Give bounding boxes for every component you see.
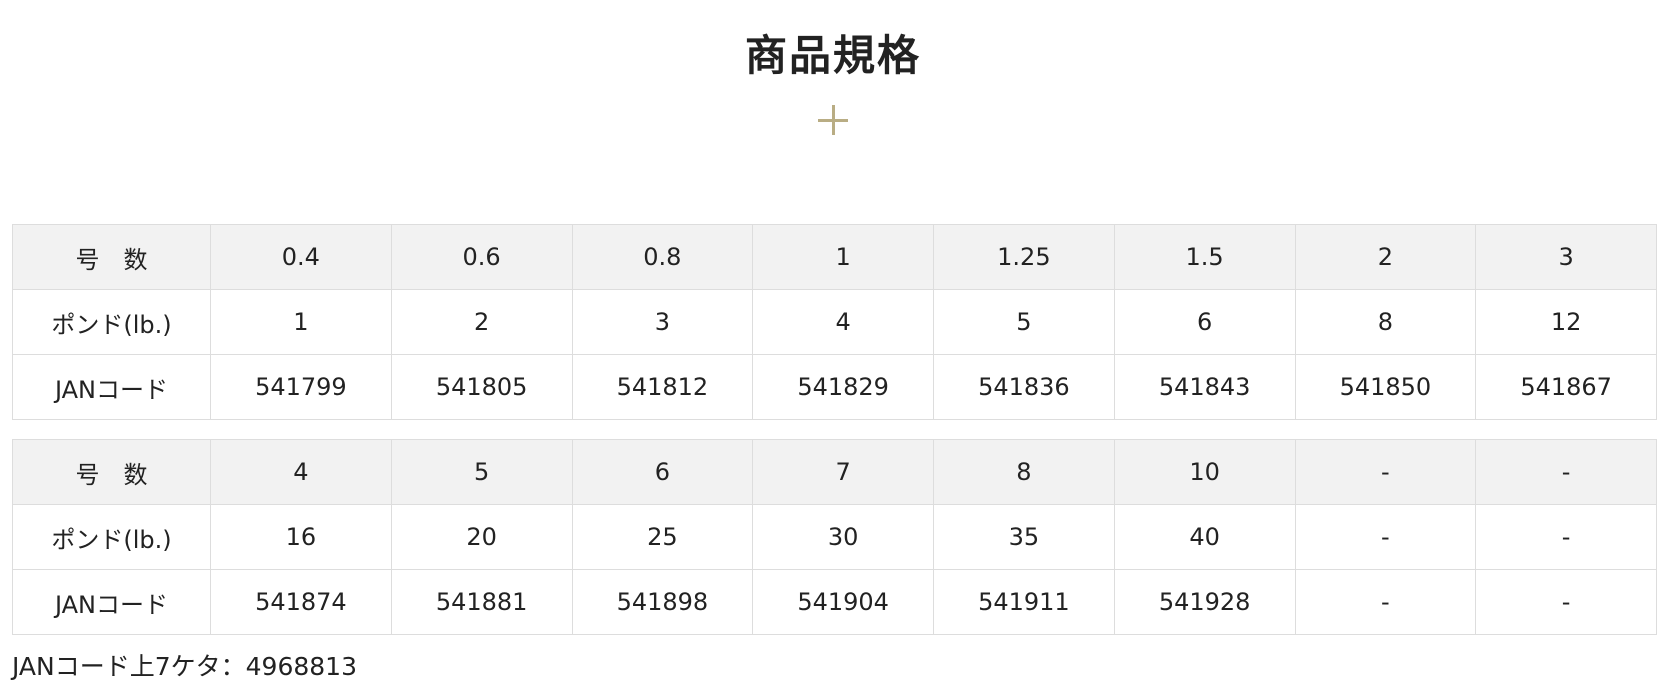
table-cell: 10 (1113, 439, 1296, 505)
table-row-pound: ポンド(lb.) 16 20 25 30 35 40 - - (12, 504, 1657, 570)
spec-table-1: 号 数 0.4 0.6 0.8 1 1.25 1.5 2 3 ポンド(lb.) … (12, 224, 1657, 420)
table-cell: 541829 (752, 354, 934, 420)
table-cell: 4 (210, 439, 392, 505)
table-cell: 541904 (752, 569, 934, 635)
table-cell: 541898 (571, 569, 754, 635)
table-row-pound: ポンド(lb.) 1 2 3 4 5 6 8 12 (12, 289, 1657, 355)
table-cell: 8 (933, 439, 1115, 505)
table-cell: 0.4 (210, 224, 392, 290)
table-cell: 25 (571, 504, 754, 570)
table-cell: 3 (571, 289, 754, 355)
table-cell: - (1475, 504, 1657, 570)
table-cell: 6 (571, 439, 754, 505)
table-cell: 12 (1475, 289, 1657, 355)
table-cell: 1 (752, 224, 934, 290)
row-label: ポンド(lb.) (12, 504, 211, 570)
row-label: 号 数 (12, 439, 211, 505)
table-cell: 541799 (210, 354, 392, 420)
table-cell: 5 (933, 289, 1115, 355)
table-cell: 541928 (1113, 569, 1296, 635)
table-cell: 40 (1113, 504, 1296, 570)
table-cell: 541850 (1294, 354, 1477, 420)
table-cell: 8 (1294, 289, 1477, 355)
table-cell: - (1294, 504, 1477, 570)
table-cell: 1.25 (933, 224, 1115, 290)
table-row-size: 号 数 0.4 0.6 0.8 1 1.25 1.5 2 3 (12, 224, 1657, 290)
table-cell: 6 (1113, 289, 1296, 355)
table-cell: - (1294, 439, 1477, 505)
table-cell: 1 (210, 289, 392, 355)
row-label: 号 数 (12, 224, 211, 290)
table-cell: - (1475, 569, 1657, 635)
plus-icon (818, 105, 848, 135)
table-row-jan: JANコード 541874 541881 541898 541904 54191… (12, 569, 1657, 635)
table-cell: 541812 (571, 354, 754, 420)
jan-prefix-note: JANコード上7ケタ：4968813 (12, 652, 357, 681)
table-cell: 1.5 (1113, 224, 1296, 290)
page-title: 商品規格 (744, 31, 921, 80)
table-cell: 541836 (933, 354, 1115, 420)
table-cell: 3 (1475, 224, 1657, 290)
spec-table-2: 号 数 4 5 6 7 8 10 - - ポンド(lb.) 16 20 25 3… (12, 439, 1657, 635)
table-cell: 541805 (390, 354, 573, 420)
row-label: JANコード (12, 354, 211, 420)
table-cell: 30 (752, 504, 934, 570)
table-cell: 35 (933, 504, 1115, 570)
table-cell: 2 (1294, 224, 1477, 290)
table-cell: - (1294, 569, 1477, 635)
table-row-size: 号 数 4 5 6 7 8 10 - - (12, 439, 1657, 505)
row-label: ポンド(lb.) (12, 289, 211, 355)
table-cell: 2 (390, 289, 573, 355)
table-cell: 0.8 (571, 224, 754, 290)
table-cell: 5 (390, 439, 573, 505)
table-cell: 7 (752, 439, 934, 505)
table-cell: 20 (390, 504, 573, 570)
table-row-jan: JANコード 541799 541805 541812 541829 54183… (12, 354, 1657, 420)
table-cell: 541874 (210, 569, 392, 635)
table-cell: 4 (752, 289, 934, 355)
table-cell: 541881 (390, 569, 573, 635)
table-cell: 0.6 (390, 224, 573, 290)
table-cell: - (1475, 439, 1657, 505)
table-cell: 541911 (933, 569, 1115, 635)
table-cell: 541867 (1475, 354, 1657, 420)
row-label: JANコード (12, 569, 211, 635)
table-cell: 541843 (1113, 354, 1296, 420)
table-cell: 16 (210, 504, 392, 570)
